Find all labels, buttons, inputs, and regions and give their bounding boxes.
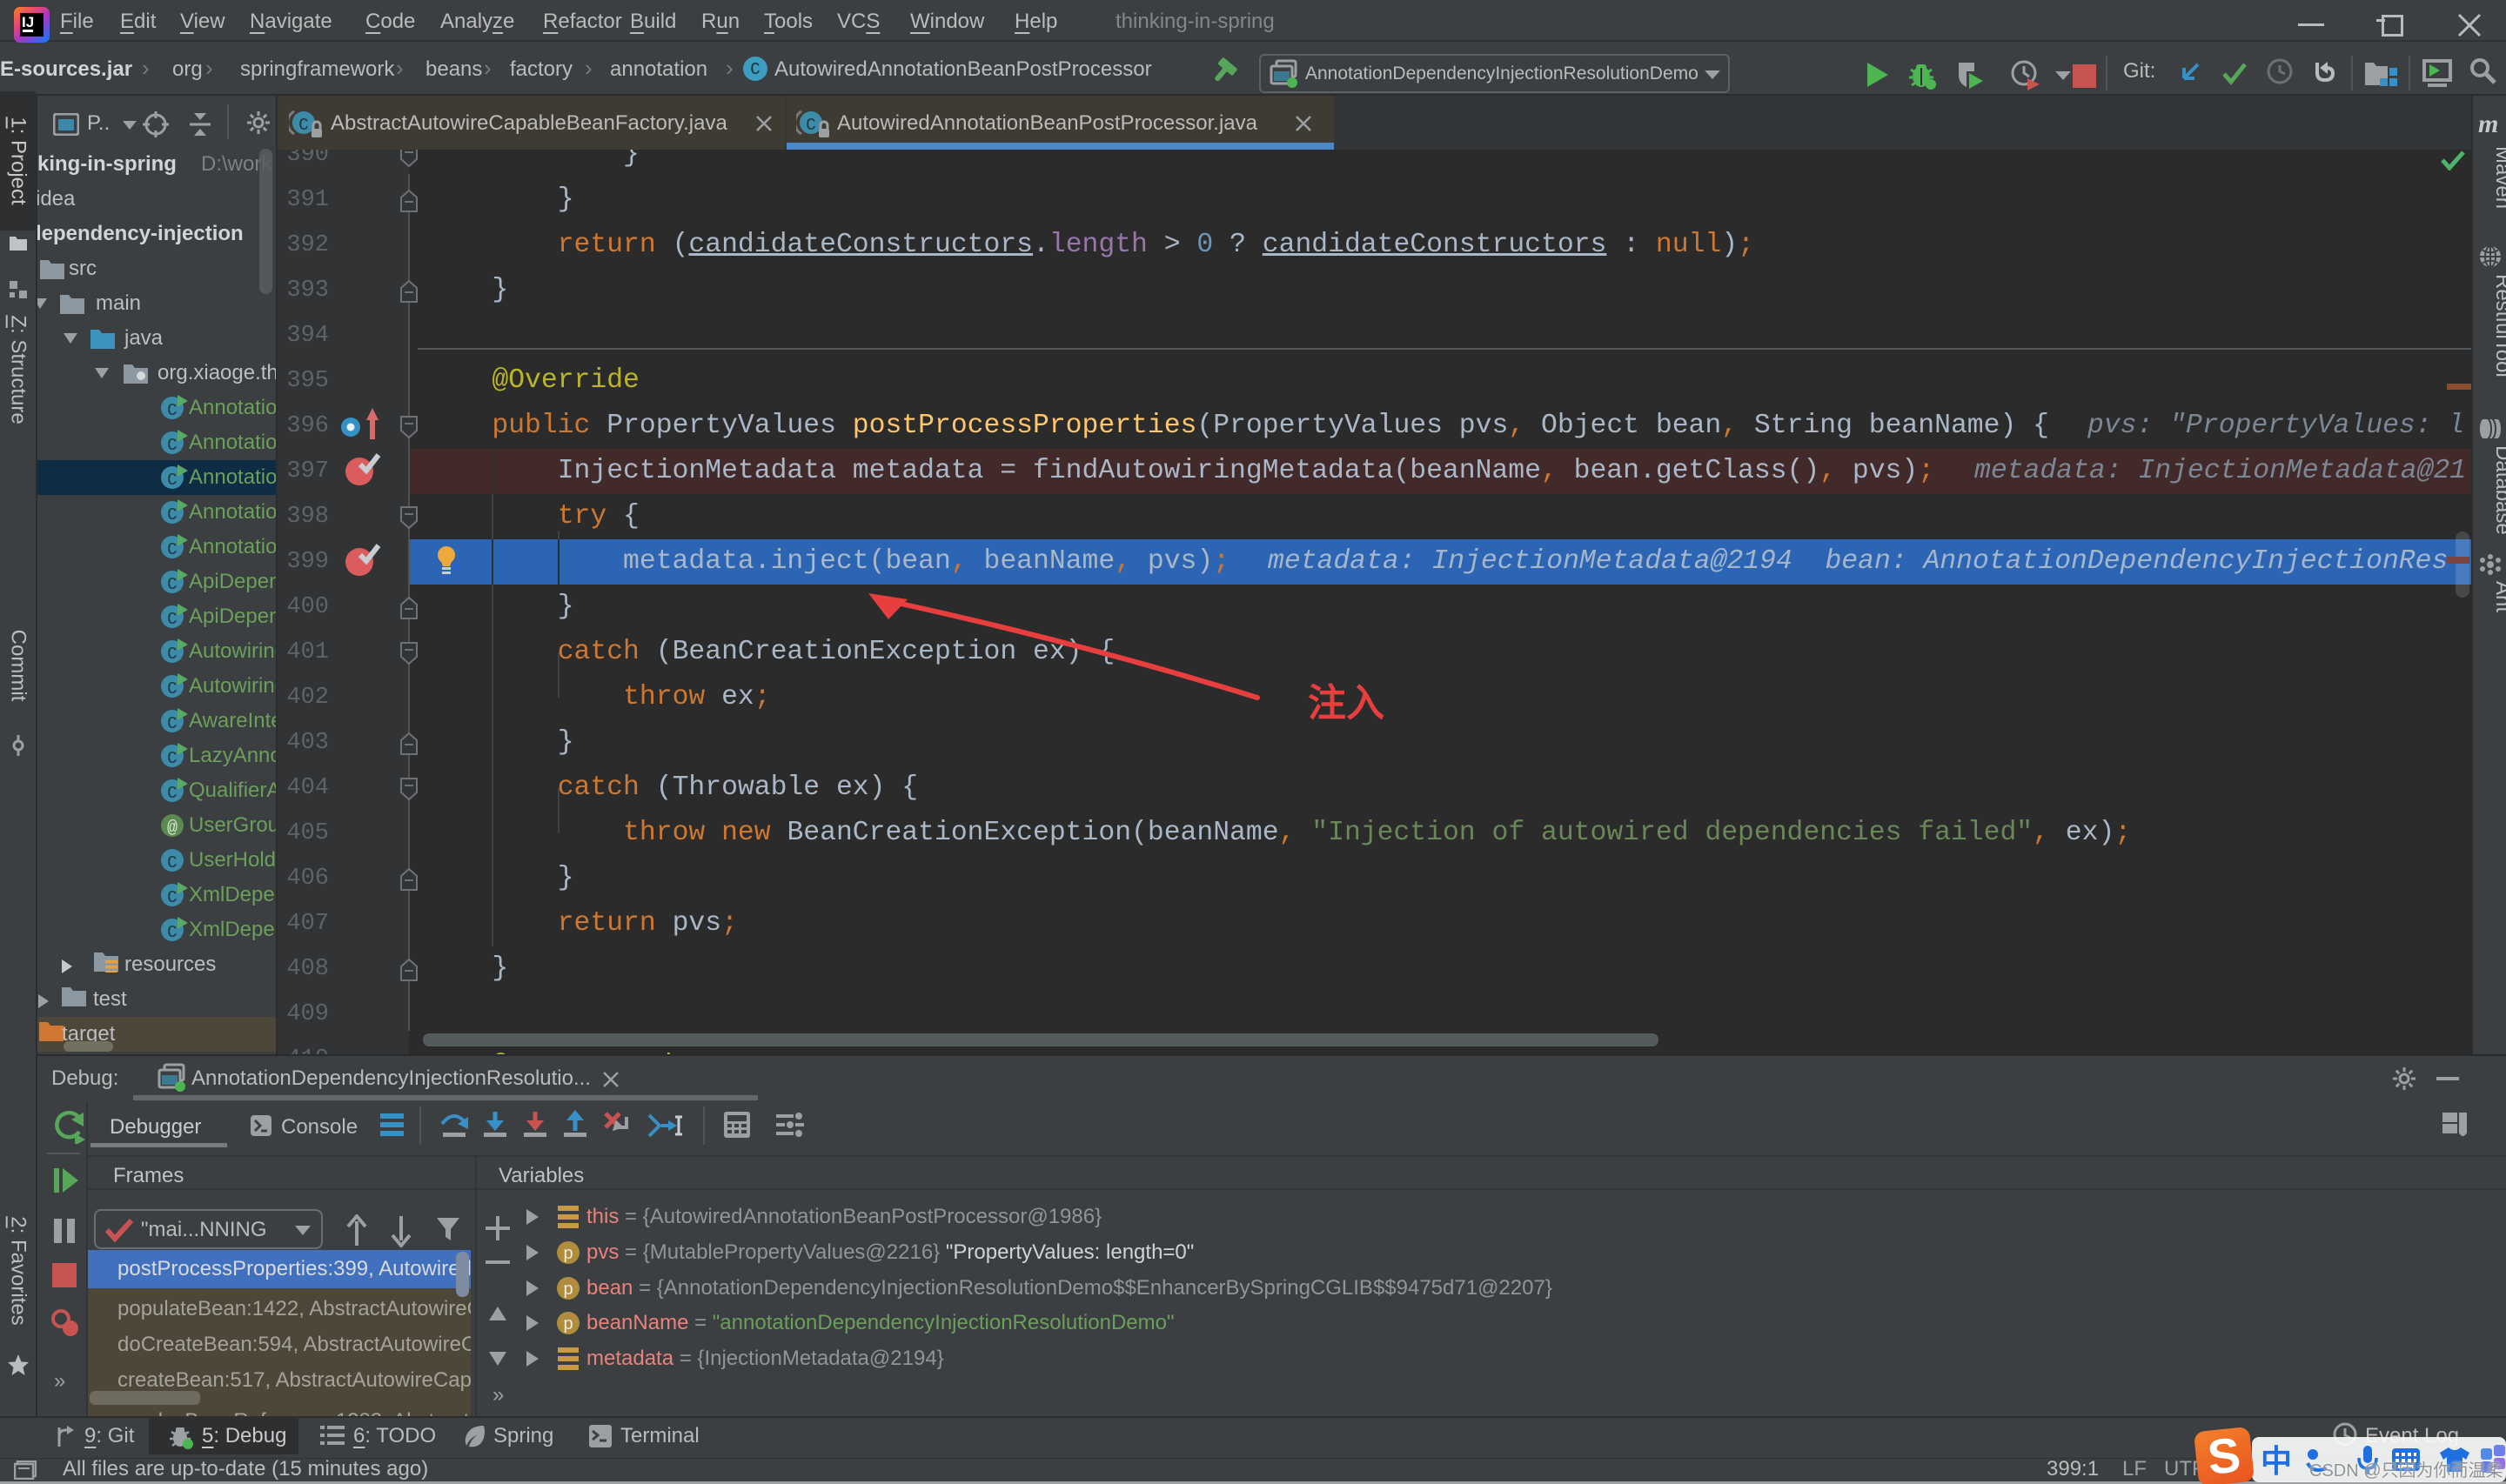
svg-text:C: C xyxy=(167,714,177,733)
svg-text:C: C xyxy=(167,505,177,525)
svg-text:C: C xyxy=(167,540,177,559)
svg-text:C: C xyxy=(806,116,815,135)
svg-text:p: p xyxy=(563,1244,573,1263)
svg-text:@: @ xyxy=(167,819,178,839)
svg-text:C: C xyxy=(167,784,177,803)
svg-text:C: C xyxy=(167,401,177,420)
svg-text:C: C xyxy=(167,923,177,942)
svg-text:C: C xyxy=(167,679,177,699)
svg-text:C: C xyxy=(167,575,177,594)
svg-text:C: C xyxy=(167,853,177,872)
svg-text:p: p xyxy=(563,1314,573,1334)
svg-text:p: p xyxy=(563,1280,573,1299)
svg-text:C: C xyxy=(167,645,177,664)
svg-text:C: C xyxy=(750,60,760,79)
svg-text:C: C xyxy=(167,610,177,629)
svg-text:C: C xyxy=(167,436,177,455)
svg-text:C: C xyxy=(298,116,308,135)
svg-text:C: C xyxy=(167,471,177,490)
svg-text:C: C xyxy=(167,749,177,768)
svg-text:C: C xyxy=(167,888,177,907)
